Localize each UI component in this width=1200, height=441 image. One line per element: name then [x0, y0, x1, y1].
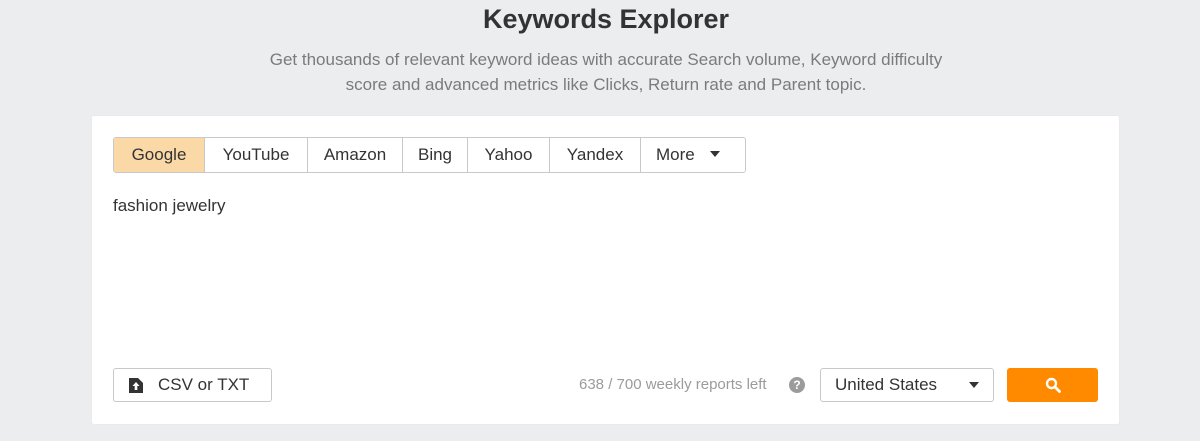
search-icon: [1045, 377, 1061, 393]
tab-bing[interactable]: Bing: [403, 138, 468, 172]
upload-button-label: CSV or TXT: [158, 375, 250, 394]
search-button[interactable]: [1007, 368, 1098, 402]
chevron-down-icon: [709, 150, 720, 157]
chevron-down-icon: [969, 382, 979, 388]
upload-csv-button[interactable]: CSV or TXT: [113, 368, 272, 402]
upload-icon: [129, 377, 143, 393]
tab-yahoo[interactable]: Yahoo: [468, 138, 550, 172]
tab-more-label: More: [656, 145, 695, 164]
weekly-reports-counter: 638 / 700 weekly reports left: [579, 376, 767, 393]
search-engine-tabs: Google YouTube Amazon Bing Yahoo Yandex …: [113, 137, 746, 173]
tab-amazon[interactable]: Amazon: [308, 138, 403, 172]
tab-google[interactable]: Google: [114, 138, 205, 172]
tab-more-dropdown[interactable]: More: [641, 138, 745, 172]
tab-yandex[interactable]: Yandex: [550, 138, 641, 172]
search-card: Google YouTube Amazon Bing Yahoo Yandex …: [92, 116, 1119, 424]
country-select-value: United States: [835, 375, 938, 394]
country-select[interactable]: United States: [820, 368, 994, 402]
page-subtitle-line-1: Get thousands of relevant keyword ideas …: [269, 50, 943, 69]
tab-youtube[interactable]: YouTube: [205, 138, 308, 172]
help-icon[interactable]: ?: [789, 377, 805, 393]
keywords-input[interactable]: fashion jewelry: [113, 196, 1098, 346]
page-subtitle-line-2: score and advanced metrics like Clicks, …: [345, 75, 867, 94]
page-subtitle: Get thousands of relevant keyword ideas …: [0, 47, 1200, 97]
page-title: Keywords Explorer: [482, 4, 730, 34]
